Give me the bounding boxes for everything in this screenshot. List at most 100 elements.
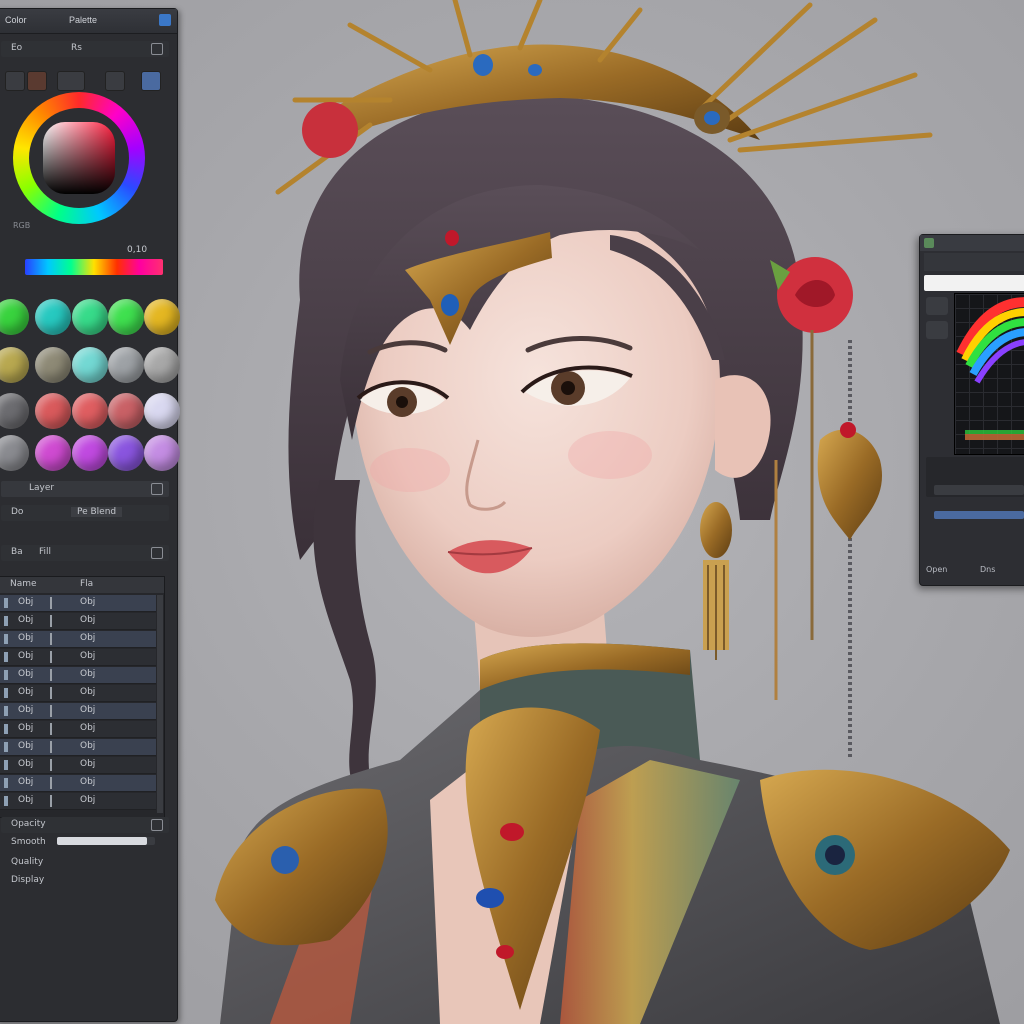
section-label: Layer: [29, 483, 55, 493]
list-item[interactable]: Obj Obj: [0, 703, 156, 720]
preview-controls[interactable]: [934, 485, 1024, 495]
list-item[interactable]: Obj Obj: [0, 775, 156, 792]
color-swatch[interactable]: [0, 393, 29, 429]
color-swatch[interactable]: [0, 299, 29, 335]
color-swatch[interactable]: [108, 299, 144, 335]
address-field[interactable]: [924, 275, 1024, 291]
settings-icon[interactable]: [926, 297, 948, 315]
dns-button[interactable]: Dns: [980, 565, 995, 574]
color-toolbar: [0, 67, 177, 95]
menu-icon[interactable]: [151, 43, 163, 55]
item-name: Obj: [18, 597, 34, 607]
divider: [50, 687, 52, 699]
color-wheel[interactable]: [13, 92, 145, 224]
display-label: Display: [11, 875, 45, 885]
color-swatch[interactable]: [108, 435, 144, 471]
item-name: Obj: [18, 615, 34, 625]
tab-label-b[interactable]: Rs: [71, 43, 82, 53]
divider: [50, 705, 52, 717]
close-icon[interactable]: [159, 14, 171, 26]
visibility-toggle[interactable]: [4, 670, 8, 680]
blend-label: Do: [11, 507, 24, 517]
panel-titlebar: Color Palette: [0, 9, 177, 34]
item-name: Obj: [18, 651, 34, 661]
lock-icon[interactable]: [151, 547, 163, 559]
item-flag: Obj: [80, 597, 96, 607]
color-swatch[interactable]: [144, 299, 180, 335]
picker-icon[interactable]: [141, 71, 161, 91]
visibility-toggle[interactable]: [4, 688, 8, 698]
grid-icon[interactable]: [105, 71, 125, 91]
list-item[interactable]: Obj Obj: [0, 649, 156, 666]
visibility-toggle[interactable]: [4, 742, 8, 752]
visibility-toggle[interactable]: [4, 634, 8, 644]
color-swatch[interactable]: [0, 347, 29, 383]
color-swatch[interactable]: [72, 299, 108, 335]
list-item[interactable]: Obj Obj: [0, 757, 156, 774]
color-swatch[interactable]: [72, 435, 108, 471]
color-swatch[interactable]: [35, 393, 71, 429]
blend-row: Do Pe Blend: [1, 505, 169, 521]
blend-mode-dropdown[interactable]: Pe Blend: [71, 507, 123, 517]
visibility-toggle[interactable]: [4, 652, 8, 662]
divider: [50, 615, 52, 627]
tab-label-a[interactable]: Eo: [11, 43, 22, 53]
item-name: Obj: [18, 759, 34, 769]
item-name: Obj: [18, 669, 34, 679]
eyedropper-icon[interactable]: [57, 71, 85, 91]
item-flag: Obj: [80, 723, 96, 733]
item-name: Obj: [18, 777, 34, 787]
color-swatch[interactable]: [0, 435, 29, 471]
preview-titlebar: [920, 235, 1024, 251]
fill-value[interactable]: Fill: [39, 547, 51, 557]
item-flag: Obj: [80, 633, 96, 643]
reset-icon[interactable]: [151, 819, 163, 831]
visibility-toggle[interactable]: [4, 616, 8, 626]
preview-progress[interactable]: [934, 511, 1024, 519]
list-item[interactable]: Obj Obj: [0, 721, 156, 738]
check-icon[interactable]: [926, 321, 948, 339]
swatch-icon[interactable]: [27, 71, 47, 91]
color-swatch[interactable]: [144, 435, 180, 471]
color-swatch[interactable]: [72, 347, 108, 383]
color-swatch[interactable]: [108, 393, 144, 429]
smooth-slider[interactable]: [57, 837, 155, 845]
color-swatch[interactable]: [108, 347, 144, 383]
list-scrollbar[interactable]: [157, 595, 163, 813]
visibility-toggle[interactable]: [4, 706, 8, 716]
divider: [50, 759, 52, 771]
open-button[interactable]: Open: [926, 565, 947, 574]
item-flag: Obj: [80, 669, 96, 679]
color-swatch[interactable]: [35, 435, 71, 471]
expand-icon[interactable]: [151, 483, 163, 495]
divider: [50, 795, 52, 807]
fill-row: Ba Fill: [1, 545, 169, 561]
opacity-label: Opacity: [11, 819, 46, 829]
color-swatch[interactable]: [35, 347, 71, 383]
display-row: Display: [1, 873, 169, 889]
divider: [50, 651, 52, 663]
column-header-name[interactable]: Name: [10, 579, 37, 589]
list-item[interactable]: Obj Obj: [0, 739, 156, 756]
list-item[interactable]: Obj Obj: [0, 685, 156, 702]
list-item[interactable]: Obj Obj: [0, 631, 156, 648]
color-swatch[interactable]: [144, 347, 180, 383]
visibility-toggle[interactable]: [4, 796, 8, 806]
color-swatch[interactable]: [35, 299, 71, 335]
list-item[interactable]: Obj Obj: [0, 667, 156, 684]
column-header-flag[interactable]: Fla: [80, 579, 93, 589]
visibility-toggle[interactable]: [4, 760, 8, 770]
visibility-toggle[interactable]: [4, 598, 8, 608]
color-swatch[interactable]: [72, 393, 108, 429]
list-item[interactable]: Obj Obj: [0, 613, 156, 630]
list-item[interactable]: Obj Obj: [0, 595, 156, 612]
brush-icon[interactable]: [5, 71, 25, 91]
visibility-toggle[interactable]: [4, 724, 8, 734]
item-flag: Obj: [80, 795, 96, 805]
saturation-value-picker[interactable]: [43, 122, 115, 194]
list-item[interactable]: Obj Obj: [0, 793, 156, 810]
layer-section-header[interactable]: Layer: [1, 481, 169, 497]
visibility-toggle[interactable]: [4, 778, 8, 788]
color-swatch[interactable]: [144, 393, 180, 429]
hue-slider[interactable]: [25, 259, 163, 275]
